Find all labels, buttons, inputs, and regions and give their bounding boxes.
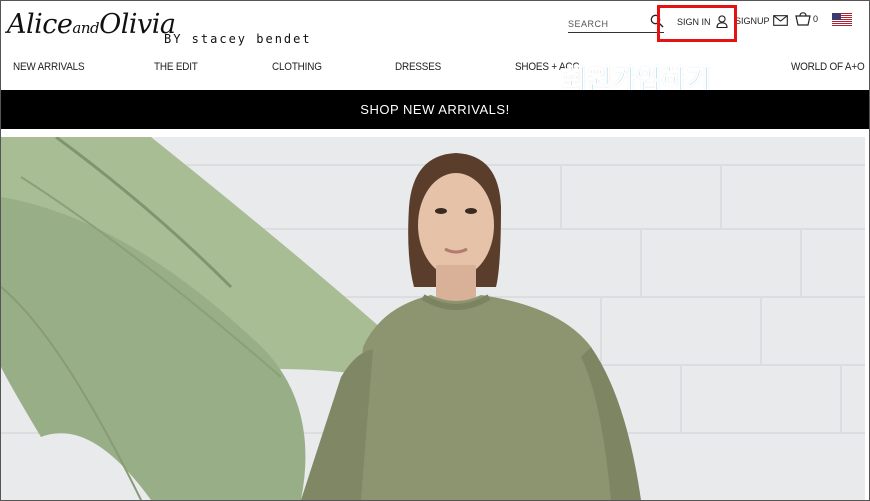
sign-in-highlight-box bbox=[657, 5, 737, 42]
nav-new-arrivals[interactable]: NEW ARRIVALS bbox=[13, 61, 85, 73]
promo-banner[interactable]: SHOP NEW ARRIVALS! bbox=[1, 90, 869, 129]
nav-dresses[interactable]: DRESSES bbox=[395, 61, 441, 73]
hero-photo-illustration bbox=[1, 137, 865, 500]
signup-link[interactable]: SIGNUP bbox=[735, 15, 788, 26]
search-box[interactable] bbox=[568, 14, 664, 33]
us-flag-icon[interactable] bbox=[832, 13, 852, 26]
logo-and: and bbox=[72, 19, 100, 37]
logo-alice: Alice bbox=[7, 9, 73, 40]
search-input[interactable] bbox=[568, 15, 648, 29]
main-nav: NEW ARRIVALS THE EDIT CLOTHING DRESSES S… bbox=[1, 61, 869, 83]
mail-icon bbox=[772, 15, 788, 26]
brand-logo[interactable]: AliceandOlivia BY stacey bendet bbox=[7, 9, 310, 49]
cart-icon bbox=[795, 12, 811, 26]
nav-the-edit[interactable]: THE EDIT bbox=[154, 61, 198, 73]
cart-count: 0 bbox=[813, 14, 819, 24]
nav-world-of-ao[interactable]: WORLD OF A+O bbox=[791, 61, 865, 73]
browser-viewport: AliceandOlivia BY stacey bendet SIGN IN … bbox=[0, 0, 870, 501]
nav-clothing[interactable]: CLOTHING bbox=[272, 61, 322, 73]
logo-byline: BY stacey bendet bbox=[164, 32, 312, 46]
logo-wordmark: AliceandOlivia bbox=[7, 9, 176, 40]
hero-image[interactable] bbox=[1, 137, 865, 500]
cart-link[interactable]: 0 bbox=[795, 12, 818, 26]
signup-label: SIGNUP bbox=[735, 15, 770, 26]
